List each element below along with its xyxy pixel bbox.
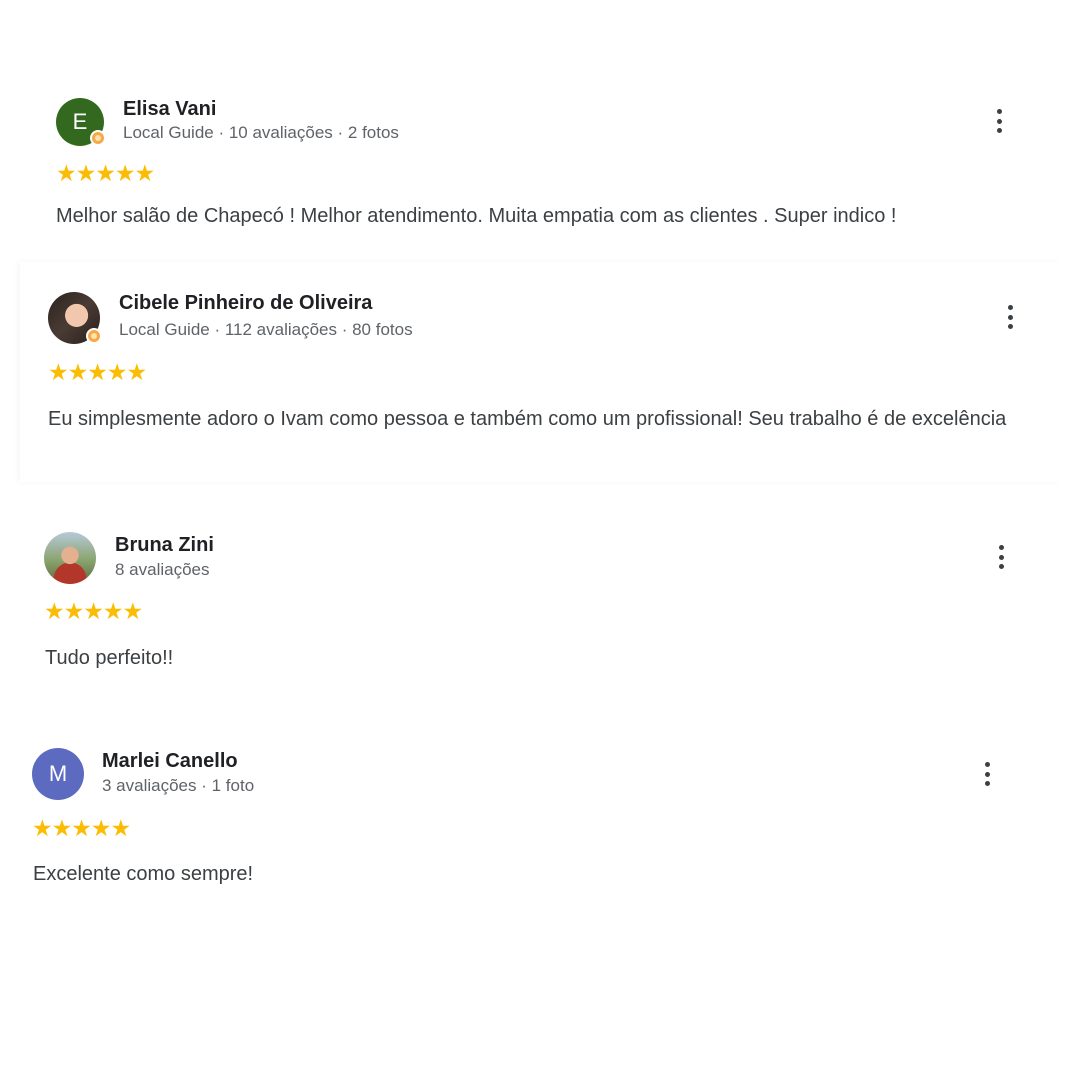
local-guide-badge-icon [90,130,106,146]
more-vert-icon[interactable] [994,109,1004,133]
reviewer-meta: 3 avaliações · 1 foto [102,776,255,795]
review-item: M Marlei Canello 3 avaliações · 1 foto ★… [32,748,1012,898]
avatar-circle: M [32,748,84,800]
review-item: Bruna Zini 8 avaliações ★★★★★ Tudo perfe… [44,532,1024,682]
avatar[interactable] [44,532,96,584]
avatar-initial: M [48,761,68,786]
avatar[interactable]: E [56,98,106,146]
star-rating: ★★★★★ [32,815,131,841]
avatar[interactable]: M [32,748,84,800]
review-text: Tudo perfeito!! [45,647,174,669]
more-vert-icon[interactable] [1005,305,1015,329]
more-vert-icon[interactable] [982,762,992,786]
avatar[interactable] [48,292,102,344]
star-icon: ★★★★★ [48,359,147,385]
local-guide-badge-icon [86,328,102,344]
star-rating: ★★★★★ [44,598,143,624]
reviewer-meta: Local Guide · 10 avaliações · 2 fotos [123,123,399,142]
star-icon: ★★★★★ [32,815,131,841]
review-item: E Elisa Vani Local Guide · 10 avaliações… [56,96,1016,236]
star-icon: ★★★★★ [44,598,143,624]
avatar-initial: E [72,109,88,134]
more-vert-icon[interactable] [996,545,1006,569]
star-icon: ★★★★★ [56,160,155,186]
reviewer-name[interactable]: Bruna Zini [115,534,214,557]
star-rating: ★★★★★ [48,359,147,385]
reviewer-meta: Local Guide · 112 avaliações · 80 fotos [119,320,413,339]
reviewer-name[interactable]: Elisa Vani [123,98,216,121]
reviewer-name[interactable]: Cibele Pinheiro de Oliveira [119,292,372,315]
review-text: Eu simplesmente adoro o Ivam como pessoa… [48,408,1007,430]
review-text: Melhor salão de Chapecó ! Melhor atendim… [56,205,897,227]
review-text: Excelente como sempre! [33,863,254,885]
reviewer-name[interactable]: Marlei Canello [102,750,238,773]
star-rating: ★★★★★ [56,160,155,186]
reviewer-meta: 8 avaliações [115,560,210,579]
review-item: Cibele Pinheiro de Oliveira Local Guide … [48,290,1028,470]
avatar-photo [44,532,96,584]
